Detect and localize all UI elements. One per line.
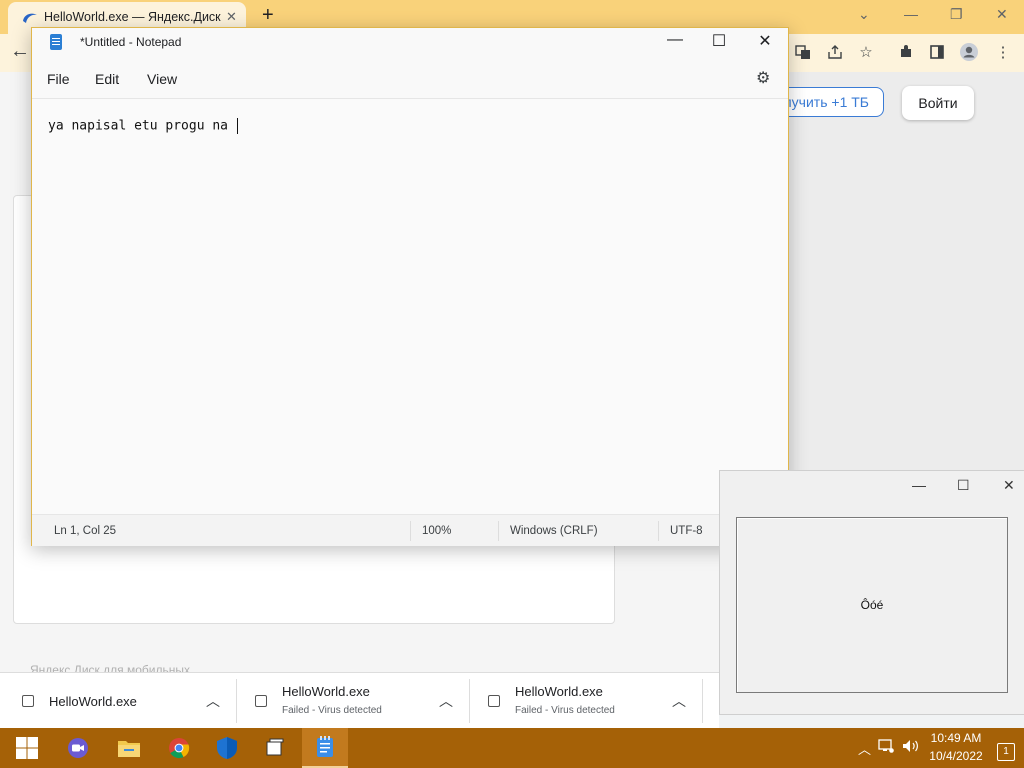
download-item[interactable]: HelloWorld.exe Failed - Virus detected ︿ — [237, 673, 469, 729]
back-button[interactable]: ← — [10, 40, 30, 63]
login-button[interactable]: Войти — [902, 86, 974, 120]
notification-center-icon[interactable]: 1 — [997, 743, 1015, 761]
dialog-close-icon[interactable]: ✕ — [1003, 477, 1015, 494]
dialog-maximize-icon[interactable]: ☐ — [957, 477, 970, 494]
download-divider — [702, 679, 703, 723]
status-cursor-position: Ln 1, Col 25 — [54, 525, 117, 537]
extensions-icon[interactable] — [895, 41, 917, 63]
taskbar-explorer-window[interactable] — [252, 728, 298, 768]
download-file-name: HelloWorld.exe — [49, 694, 137, 709]
dialog-content-frame: Ôóé — [736, 517, 1008, 693]
notepad-text-area[interactable]: ya napisal etu progu na — [32, 99, 788, 514]
bookmark-star-icon[interactable]: ☆ — [855, 41, 877, 63]
start-button[interactable] — [4, 728, 50, 768]
dialog-message: Ôóé — [860, 598, 884, 612]
tab-title: HelloWorld.exe — Яндекс.Диск — [44, 10, 221, 24]
meet-video-icon — [68, 738, 88, 758]
folder-icon — [118, 741, 140, 757]
dialog-minimize-icon[interactable]: — — [912, 477, 926, 493]
notepad-content: ya napisal etu progu na — [48, 118, 238, 134]
translate-icon[interactable] — [792, 41, 814, 63]
tab-search-chevron-icon[interactable]: ⌄ — [858, 6, 870, 23]
download-file-name: HelloWorld.exe — [282, 684, 370, 699]
chrome-icon — [169, 738, 190, 759]
windows-logo-icon — [16, 737, 38, 759]
chevron-up-icon[interactable]: ︿ — [439, 691, 453, 711]
status-divider — [498, 521, 499, 541]
status-divider — [410, 521, 411, 541]
notepad-status-bar: Ln 1, Col 25 100% Windows (CRLF) UTF-8 — [32, 514, 788, 546]
notepad-minimize-icon[interactable]: — — [660, 31, 690, 49]
menu-file[interactable]: File — [47, 71, 70, 87]
taskbar-teams[interactable] — [55, 728, 101, 768]
file-icon — [22, 695, 34, 707]
download-status: Failed - Virus detected — [515, 705, 615, 716]
chevron-up-icon[interactable]: ︿ — [672, 691, 686, 711]
network-icon[interactable] — [878, 739, 894, 756]
menu-edit[interactable]: Edit — [95, 71, 119, 87]
notepad-window: *Untitled - Notepad — ☐ ✕ File Edit View… — [31, 27, 789, 546]
browser-close-icon[interactable]: ✕ — [996, 6, 1008, 23]
settings-gear-icon[interactable]: ⚙ — [756, 68, 770, 88]
browser-restore-icon[interactable]: ❐ — [950, 6, 963, 23]
notepad-close-icon[interactable]: ✕ — [750, 31, 780, 51]
menu-view[interactable]: View — [147, 71, 177, 87]
yandex-disk-icon — [23, 13, 37, 23]
taskbar-notepad[interactable] — [302, 728, 348, 768]
side-panel-icon[interactable] — [926, 41, 948, 63]
message-dialog-window: — ☐ ✕ Ôóé — [719, 470, 1024, 715]
page-right-area — [788, 72, 1024, 472]
notepad-title: *Untitled - Notepad — [80, 35, 182, 49]
status-divider — [658, 521, 659, 541]
notepad-menu-bar: File Edit View ⚙ — [32, 58, 788, 99]
download-item[interactable]: HelloWorld.exe ︿ — [0, 673, 236, 729]
shield-icon — [217, 737, 237, 759]
notepad-title-bar[interactable]: *Untitled - Notepad — ☐ ✕ — [32, 28, 788, 58]
clock-time[interactable]: 10:49 AM — [928, 731, 984, 745]
download-status: Failed - Virus detected — [282, 705, 382, 716]
share-icon[interactable] — [824, 41, 846, 63]
taskbar-chrome[interactable] — [156, 728, 202, 768]
download-item[interactable]: HelloWorld.exe Failed - Virus detected ︿ — [470, 673, 702, 729]
taskbar: ︿ — [0, 728, 1024, 768]
browser-minimize-icon[interactable]: — — [904, 6, 918, 22]
taskbar-file-explorer[interactable] — [106, 728, 152, 768]
file-window-icon — [266, 738, 284, 756]
volume-icon[interactable] — [902, 739, 920, 756]
new-tab-button[interactable]: + — [262, 4, 274, 27]
status-line-ending: Windows (CRLF) — [510, 525, 598, 537]
tab-close-icon[interactable]: ✕ — [226, 9, 237, 25]
file-icon — [488, 695, 500, 707]
status-encoding: UTF-8 — [670, 525, 703, 537]
taskbar-security[interactable] — [204, 728, 250, 768]
tray-overflow-chevron-icon[interactable]: ︿ — [858, 739, 871, 758]
text-caret — [236, 118, 238, 134]
notepad-icon — [317, 736, 333, 757]
notepad-maximize-icon[interactable]: ☐ — [704, 31, 734, 51]
profile-avatar-icon[interactable] — [958, 41, 980, 63]
file-icon — [255, 695, 267, 707]
download-file-name: HelloWorld.exe — [515, 684, 603, 699]
download-bar: HelloWorld.exe ︿ HelloWorld.exe Failed -… — [0, 672, 719, 729]
clock-date[interactable]: 10/4/2022 — [928, 749, 984, 763]
chevron-up-icon[interactable]: ︿ — [206, 691, 220, 711]
browser-menu-icon[interactable]: ⋮ — [992, 41, 1014, 63]
status-zoom: 100% — [422, 525, 452, 537]
notepad-app-icon — [50, 34, 62, 50]
